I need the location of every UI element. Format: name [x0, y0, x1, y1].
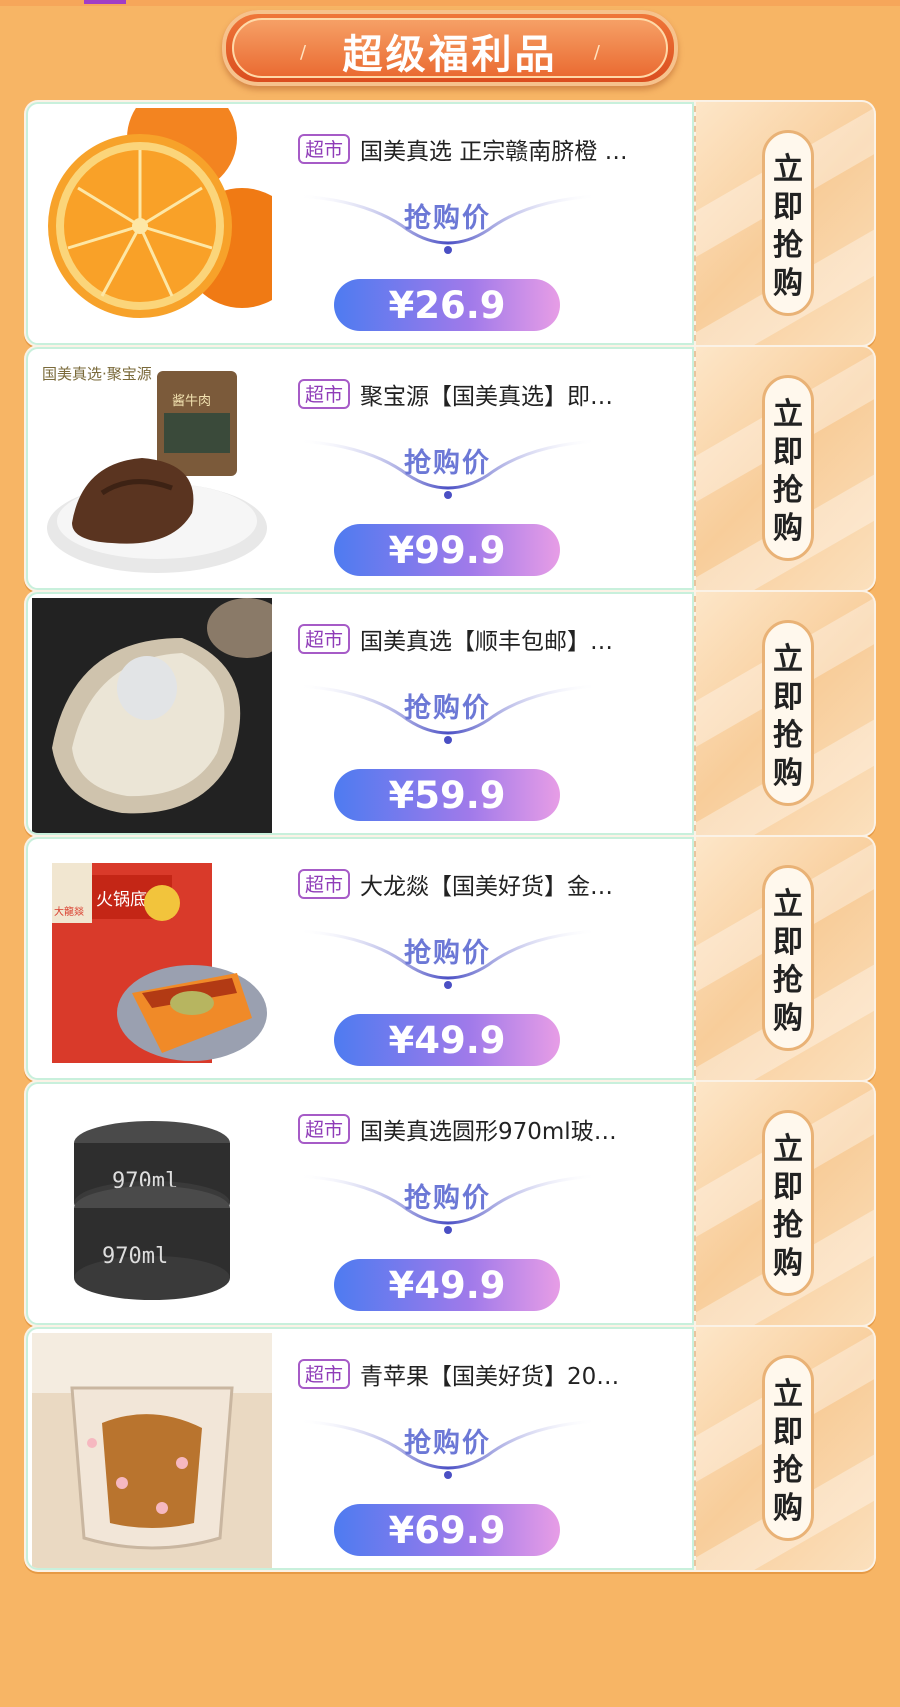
product-card[interactable]: 970ml 970ml 超市 国美真选圆形970ml玻… 抢购价 ¥49.9 立…	[24, 1080, 876, 1327]
buy-now-char: 即	[773, 1170, 803, 1205]
product-image[interactable]	[32, 108, 272, 343]
buy-now-button[interactable]: 立即抢购	[762, 865, 814, 1051]
supermarket-tag: 超市	[298, 624, 350, 654]
product-image[interactable]	[32, 1333, 272, 1568]
product-image[interactable]	[32, 598, 272, 833]
price-label: 抢购价	[404, 1183, 491, 1214]
product-title[interactable]: 国美真选 正宗赣南脐橙 …	[360, 132, 686, 166]
price-label: 抢购价	[404, 693, 491, 724]
buy-panel[interactable]: 立即抢购	[696, 347, 874, 590]
buy-now-char: 购	[773, 756, 803, 791]
product-info-panel[interactable]: 970ml 970ml 超市 国美真选圆形970ml玻… 抢购价 ¥49.9	[26, 1082, 694, 1325]
svg-text:970ml: 970ml	[102, 1244, 168, 1269]
buy-panel[interactable]: 立即抢购	[696, 102, 874, 345]
product-card[interactable]: 国美真选·聚宝源 酱牛肉 超市 聚宝源【国美真选】即… 抢购价 ¥99.9 立即…	[24, 345, 876, 592]
product-title[interactable]: 聚宝源【国美真选】即…	[360, 377, 686, 411]
buy-now-button[interactable]: 立即抢购	[762, 620, 814, 806]
product-card[interactable]: 火锅底料 大龍燚 超市 大龙燚【国美好货】金… 抢购价 ¥49.9 立即抢购	[24, 835, 876, 1082]
buy-now-char: 抢	[773, 963, 803, 998]
supermarket-tag: 超市	[298, 1359, 350, 1389]
product-title[interactable]: 青苹果【国美好货】20…	[360, 1357, 686, 1391]
price-label: 抢购价	[404, 938, 491, 969]
section-banner: / 超级福利品 /	[222, 10, 678, 86]
product-image[interactable]: 970ml 970ml	[32, 1088, 272, 1323]
buy-panel[interactable]: 立即抢购	[696, 592, 874, 835]
buy-now-char: 购	[773, 511, 803, 546]
buy-now-button[interactable]: 立即抢购	[762, 375, 814, 561]
price-pill: ¥69.9	[334, 1504, 560, 1556]
buy-now-label: 立即抢购	[765, 1376, 811, 1528]
product-card[interactable]: 超市 青苹果【国美好货】20… 抢购价 ¥69.9 立即抢购	[24, 1325, 876, 1572]
product-card[interactable]: 超市 国美真选 正宗赣南脐橙 … 抢购价 ¥26.9 立即抢购	[24, 100, 876, 347]
buy-now-char: 立	[773, 152, 803, 187]
product-info-panel[interactable]: 火锅底料 大龍燚 超市 大龙燚【国美好货】金… 抢购价 ¥49.9	[26, 837, 694, 1080]
price-value: ¥59.9	[388, 774, 506, 817]
buy-panel[interactable]: 立即抢购	[696, 837, 874, 1080]
price-label: 抢购价	[404, 203, 491, 234]
price-value: ¥99.9	[388, 529, 506, 572]
buy-now-char: 购	[773, 266, 803, 301]
buy-now-button[interactable]: 立即抢购	[762, 1355, 814, 1541]
buy-now-char: 抢	[773, 1453, 803, 1488]
product-image[interactable]: 火锅底料 大龍燚	[32, 843, 272, 1078]
price-pill: ¥99.9	[334, 524, 560, 576]
buy-now-button[interactable]: 立即抢购	[762, 1110, 814, 1296]
price-label: 抢购价	[404, 1428, 491, 1459]
buy-now-char: 立	[773, 397, 803, 432]
product-info-panel[interactable]: 超市 国美真选 正宗赣南脐橙 … 抢购价 ¥26.9	[26, 102, 694, 345]
price-value: ¥69.9	[388, 1509, 506, 1552]
product-title[interactable]: 国美真选圆形970ml玻…	[360, 1112, 686, 1146]
buy-now-char: 购	[773, 1001, 803, 1036]
product-card[interactable]: 超市 国美真选【顺丰包邮】… 抢购价 ¥59.9 立即抢购	[24, 590, 876, 837]
product-title[interactable]: 大龙燚【国美好货】金…	[360, 867, 686, 901]
price-pill: ¥59.9	[334, 769, 560, 821]
buy-now-char: 购	[773, 1491, 803, 1526]
buy-now-label: 立即抢购	[765, 641, 811, 793]
buy-now-char: 即	[773, 680, 803, 715]
buy-now-char: 购	[773, 1246, 803, 1281]
price-value: ¥49.9	[388, 1019, 506, 1062]
buy-now-char: 抢	[773, 1208, 803, 1243]
buy-now-char: 即	[773, 1415, 803, 1450]
buy-now-label: 立即抢购	[765, 396, 811, 548]
supermarket-tag: 超市	[298, 869, 350, 899]
buy-now-char: 抢	[773, 473, 803, 508]
section-title: 超级福利品	[342, 32, 558, 78]
product-image[interactable]: 国美真选·聚宝源 酱牛肉	[32, 353, 272, 588]
price-value: ¥49.9	[388, 1264, 506, 1307]
banner-slash-right: /	[593, 42, 600, 63]
buy-now-char: 抢	[773, 228, 803, 263]
price-pill: ¥49.9	[334, 1259, 560, 1311]
buy-now-button[interactable]: 立即抢购	[762, 130, 814, 316]
svg-text:国美真选·聚宝源: 国美真选·聚宝源	[42, 365, 152, 383]
buy-now-label: 立即抢购	[765, 151, 811, 303]
product-title[interactable]: 国美真选【顺丰包邮】…	[360, 622, 686, 656]
buy-now-label: 立即抢购	[765, 1131, 811, 1283]
product-info-panel[interactable]: 超市 青苹果【国美好货】20… 抢购价 ¥69.9	[26, 1327, 694, 1570]
buy-panel[interactable]: 立即抢购	[696, 1082, 874, 1325]
buy-now-char: 即	[773, 190, 803, 225]
supermarket-tag: 超市	[298, 134, 350, 164]
price-label: 抢购价	[404, 448, 491, 479]
top-band	[0, 0, 900, 6]
buy-panel[interactable]: 立即抢购	[696, 1327, 874, 1570]
product-info-panel[interactable]: 国美真选·聚宝源 酱牛肉 超市 聚宝源【国美真选】即… 抢购价 ¥99.9	[26, 347, 694, 590]
buy-now-char: 立	[773, 1132, 803, 1167]
supermarket-tag: 超市	[298, 1114, 350, 1144]
buy-now-char: 即	[773, 925, 803, 960]
supermarket-tag: 超市	[298, 379, 350, 409]
svg-text:大龍燚: 大龍燚	[54, 905, 84, 918]
buy-now-char: 立	[773, 887, 803, 922]
buy-now-char: 即	[773, 435, 803, 470]
product-info-panel[interactable]: 超市 国美真选【顺丰包邮】… 抢购价 ¥59.9	[26, 592, 694, 835]
price-value: ¥26.9	[388, 284, 506, 327]
price-pill: ¥49.9	[334, 1014, 560, 1066]
buy-now-char: 抢	[773, 718, 803, 753]
buy-now-label: 立即抢购	[765, 886, 811, 1038]
purple-indicator	[84, 0, 126, 4]
price-pill: ¥26.9	[334, 279, 560, 331]
svg-text:酱牛肉: 酱牛肉	[172, 394, 211, 409]
buy-now-char: 立	[773, 642, 803, 677]
buy-now-char: 立	[773, 1377, 803, 1412]
